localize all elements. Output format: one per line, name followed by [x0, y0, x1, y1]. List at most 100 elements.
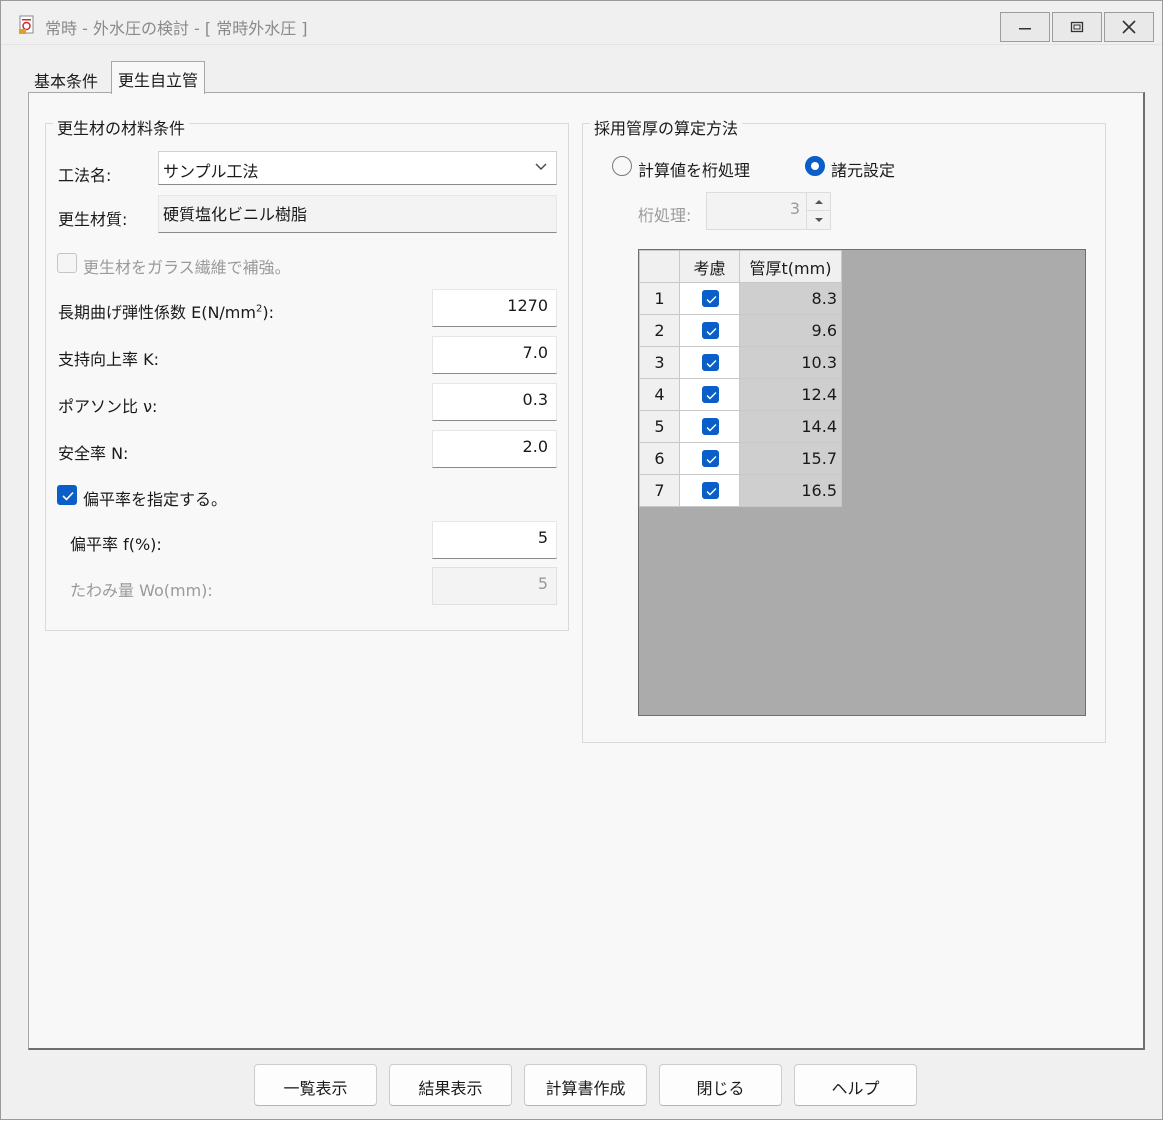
thickness-cell[interactable]: 10.3: [739, 346, 842, 379]
consider-cell: [679, 314, 740, 347]
table-row: 5 14.4: [639, 410, 842, 443]
support-ratio-input[interactable]: 7.0: [432, 336, 557, 374]
digits-label: 桁処理:: [638, 206, 692, 225]
spin-up-button: [807, 193, 830, 211]
title-bar: 常時 - 外水圧の検討 - [ 常時外水圧 ]: [1, 1, 1162, 45]
flatness-checkbox[interactable]: [57, 485, 77, 505]
thickness-cell[interactable]: 12.4: [739, 378, 842, 411]
safety-factor-input[interactable]: 2.0: [432, 430, 557, 468]
check-icon: [706, 392, 717, 400]
tab-content: 更生材の材料条件 工法名: サンプル工法 更生材質: 硬質塩化ビニル樹脂 更生材…: [28, 92, 1145, 1050]
table-row: 4 12.4: [639, 378, 842, 411]
modulus-input[interactable]: 1270: [432, 289, 557, 327]
consider-checkbox[interactable]: [702, 354, 719, 371]
dialog-window: 常時 - 外水圧の検討 - [ 常時外水圧 ] 基本条件 更生自立管 更生材の材…: [0, 0, 1163, 1120]
header-thickness[interactable]: 管厚t(mm): [739, 250, 842, 283]
row-number[interactable]: 6: [639, 442, 680, 475]
minimize-button[interactable]: [1000, 12, 1050, 42]
consider-checkbox[interactable]: [702, 450, 719, 467]
modulus-label: 長期曲げ弾性係数 E(N/mm2):: [58, 303, 274, 322]
close-button[interactable]: [1104, 12, 1154, 42]
table-row: 6 15.7: [639, 442, 842, 475]
thickness-cell[interactable]: 14.4: [739, 410, 842, 443]
thickness-cell[interactable]: 8.3: [739, 282, 842, 315]
method-name-value: サンプル工法: [163, 162, 259, 181]
list-view-button[interactable]: 一覧表示: [254, 1064, 377, 1106]
consider-checkbox[interactable]: [702, 482, 719, 499]
glass-fiber-label: 更生材をガラス繊維で補強。: [83, 258, 291, 277]
material-conditions-group: 更生材の材料条件 工法名: サンプル工法 更生材質: 硬質塩化ビニル樹脂 更生材…: [45, 115, 569, 631]
check-icon: [706, 488, 717, 496]
consider-checkbox[interactable]: [702, 290, 719, 307]
support-ratio-label: 支持向上率 K:: [58, 350, 159, 369]
tab-rehab-pipe[interactable]: 更生自立管: [111, 61, 206, 94]
check-icon: [706, 456, 717, 464]
consider-checkbox[interactable]: [702, 386, 719, 403]
row-number[interactable]: 1: [639, 282, 680, 315]
consider-cell: [679, 282, 740, 315]
table-row: 2 9.6: [639, 314, 842, 347]
table-row: 7 16.5: [639, 474, 842, 507]
radio-calc-digits[interactable]: [612, 156, 632, 176]
thickness-cell[interactable]: 9.6: [739, 314, 842, 347]
maximize-icon: [1070, 21, 1084, 33]
table-row: 1 8.3: [639, 282, 842, 315]
table-row: 3 10.3: [639, 346, 842, 379]
row-number[interactable]: 4: [639, 378, 680, 411]
flatness-input[interactable]: 5: [432, 521, 557, 559]
material-quality-field: 硬質塩化ビニル樹脂: [158, 195, 557, 233]
consider-cell: [679, 346, 740, 379]
thickness-cell[interactable]: 15.7: [739, 442, 842, 475]
spin-down-button: [807, 211, 830, 229]
window-title: 常時 - 外水圧の検討 - [ 常時外水圧 ]: [45, 19, 308, 38]
check-icon: [62, 491, 74, 501]
material-quality-label: 更生材質:: [58, 210, 128, 229]
consider-cell: [679, 410, 740, 443]
poisson-ratio-input[interactable]: 0.3: [432, 383, 557, 421]
glass-fiber-checkbox[interactable]: [57, 253, 77, 273]
thickness-table: 考慮 管厚t(mm) 1 8.3 2 9.6 3 10.3 4 12.4 5 14.4 6 15.7 7…: [639, 250, 842, 507]
row-number[interactable]: 3: [639, 346, 680, 379]
app-icon: [17, 15, 37, 35]
consider-cell: [679, 378, 740, 411]
maximize-button[interactable]: [1052, 12, 1102, 42]
consider-checkbox[interactable]: [702, 418, 719, 435]
header-consider[interactable]: 考慮: [679, 250, 740, 283]
result-view-button[interactable]: 結果表示: [389, 1064, 512, 1106]
deflection-input: 5: [432, 567, 557, 605]
thickness-grid: 考慮 管厚t(mm) 1 8.3 2 9.6 3 10.3 4 12.4 5 14.4 6 15.7 7…: [638, 249, 1086, 716]
safety-factor-label: 安全率 N:: [58, 444, 129, 463]
radio-spec-setting[interactable]: [805, 156, 825, 176]
chevron-up-icon: [814, 199, 823, 204]
row-number[interactable]: 5: [639, 410, 680, 443]
consider-cell: [679, 442, 740, 475]
close-icon: [1122, 20, 1136, 34]
check-icon: [706, 360, 717, 368]
chevron-down-icon: [535, 163, 547, 170]
consider-cell: [679, 474, 740, 507]
poisson-ratio-label: ポアソン比 ν:: [58, 397, 158, 416]
material-group-title: 更生材の材料条件: [53, 115, 190, 139]
flatness-check-label: 偏平率を指定する。: [83, 490, 228, 509]
thickness-cell[interactable]: 16.5: [739, 474, 842, 507]
consider-checkbox[interactable]: [702, 322, 719, 339]
check-icon: [706, 328, 717, 336]
minimize-icon: [1019, 28, 1031, 30]
tab-basic-conditions[interactable]: 基本条件: [28, 63, 105, 93]
create-report-button[interactable]: 計算書作成: [524, 1064, 647, 1106]
row-number[interactable]: 2: [639, 314, 680, 347]
check-icon: [706, 296, 717, 304]
deflection-label: たわみ量 Wo(mm):: [70, 581, 213, 600]
digits-spinner: 3: [706, 192, 831, 230]
chevron-down-icon: [814, 218, 823, 222]
check-icon: [706, 424, 717, 432]
method-name-dropdown[interactable]: サンプル工法: [158, 151, 557, 185]
method-name-label: 工法名:: [58, 166, 112, 185]
flatness-label: 偏平率 f(%):: [70, 535, 162, 554]
close-dialog-button[interactable]: 閉じる: [659, 1064, 782, 1106]
radio-spec-setting-label: 諸元設定: [831, 161, 896, 180]
row-number[interactable]: 7: [639, 474, 680, 507]
help-button[interactable]: ヘルプ: [794, 1064, 917, 1106]
digits-value: 3: [789, 199, 800, 218]
radio-calc-digits-label: 計算値を桁処理: [638, 161, 751, 180]
